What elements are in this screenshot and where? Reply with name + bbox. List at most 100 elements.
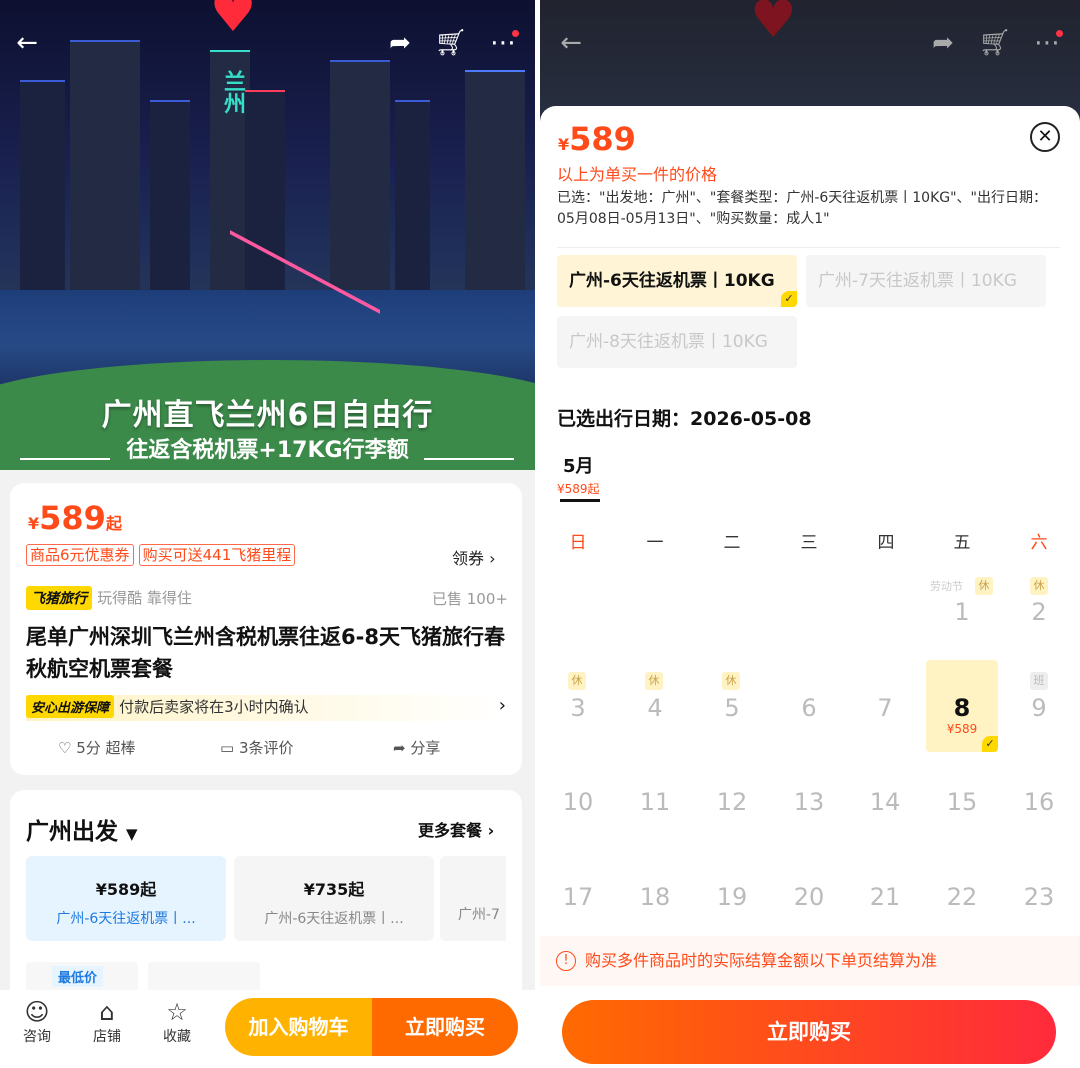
calendar-day[interactable]: 20	[774, 883, 844, 911]
store-icon: ⌂	[99, 998, 115, 1026]
package-option-1[interactable]: ¥589起 广州-6天往返机票丨...	[26, 856, 226, 941]
calendar-day-selected[interactable]: 8	[927, 694, 997, 722]
chevron-right-icon: ›	[487, 821, 495, 840]
package-card: 广州出发 ▼ 更多套餐 › ¥589起 广州-6天往返机票丨... ¥735起 …	[10, 790, 522, 1010]
bottom-action-bar: ☺ 咨询 ⌂ 店铺 ☆ 收藏 加入购物车 立即购买	[0, 990, 535, 1068]
holiday-tag: 休	[645, 672, 663, 690]
lowest-price-tag: 最低价	[52, 966, 104, 987]
package-option-7day[interactable]: 广州-7天往返机票丨10KG	[806, 255, 1046, 307]
calendar-day[interactable]: 23	[1004, 883, 1074, 911]
favorite-button[interactable]: ☆ 收藏	[152, 998, 202, 1046]
buy-now-button[interactable]: 立即购买	[562, 1000, 1056, 1064]
share-arrow-icon[interactable]: ➦	[926, 28, 960, 58]
holiday-tag: 休	[1030, 577, 1048, 595]
calendar-day[interactable]: 16	[1004, 788, 1074, 816]
weekday-sat: 六	[1030, 533, 1048, 553]
coupon-tag: 商品6元优惠券	[26, 544, 134, 566]
price-note: 以上为单买一件的价格	[557, 165, 718, 184]
package-option-2[interactable]: ¥735起 广州-6天往返机票丨...	[234, 856, 434, 941]
calendar-day[interactable]: 4	[620, 694, 690, 722]
departure-selector[interactable]: 广州出发 ▼	[26, 812, 138, 846]
buy-now-button[interactable]: 立即购买	[372, 998, 518, 1056]
weekday-mon: 一	[646, 533, 664, 553]
calendar-day[interactable]: 5	[697, 694, 767, 722]
selected-date-label: 已选出行日期：2026-05-08	[557, 408, 812, 430]
package-option-6day[interactable]: 广州-6天往返机票丨10KG ✓	[557, 255, 797, 307]
month-tab-underline	[560, 499, 600, 502]
heart-outline-icon: ♡	[58, 739, 72, 757]
calendar-day[interactable]: 13	[774, 788, 844, 816]
month-tab[interactable]: 5月	[563, 452, 594, 478]
rating[interactable]: ♡ 5分 超棒	[58, 737, 136, 758]
calendar-day[interactable]: 19	[697, 883, 767, 911]
package-option-8day[interactable]: 广州-8天往返机票丨10KG	[557, 316, 797, 368]
notification-dot	[1056, 30, 1063, 37]
sold-count: 已售 100+	[432, 590, 508, 608]
calendar-day[interactable]: 3	[543, 694, 613, 722]
consult-button[interactable]: ☺ 咨询	[12, 998, 62, 1046]
work-day-tag: 班	[1030, 672, 1048, 690]
calendar-day[interactable]: 7	[850, 694, 920, 722]
share-arrow-icon[interactable]: ➦	[383, 28, 417, 58]
calendar-day[interactable]: 10	[543, 788, 613, 816]
calendar-day[interactable]: 6	[774, 694, 844, 722]
product-card: ¥589起 商品6元优惠券 购买可送441飞猪里程 领券 › 飞猪旅行 玩得酷 …	[10, 483, 522, 775]
guarantee-row[interactable]: 安心出游保障 付款后卖家将在3小时内确认 ›	[26, 695, 506, 721]
calendar-day[interactable]: 17	[543, 883, 613, 911]
holiday-tag: 休	[722, 672, 740, 690]
cart-icon[interactable]: 🛒︎	[434, 28, 468, 58]
share-link[interactable]: ➦ 分享	[393, 737, 440, 758]
notification-dot	[512, 30, 519, 37]
chat-bubble-icon: ☺	[24, 998, 50, 1026]
weekday-thu: 四	[877, 533, 895, 553]
back-arrow-icon[interactable]: ←	[554, 28, 588, 58]
back-arrow-icon[interactable]: ←	[10, 28, 44, 58]
weekday-wed: 三	[800, 533, 818, 553]
calendar-day[interactable]: 2	[1004, 598, 1074, 626]
guarantee-badge: 安心出游保障	[26, 695, 115, 718]
weekday-tue: 二	[723, 533, 741, 553]
package-option-3[interactable]: 广州-7	[440, 856, 506, 941]
month-price: ¥589起	[557, 482, 600, 496]
store-button[interactable]: ⌂ 店铺	[82, 998, 132, 1046]
hero-image: ♥ 兰州 广州直飞兰州6日自由行 往返含税机票+17KG行李额	[0, 0, 535, 470]
calendar-day[interactable]: 15	[927, 788, 997, 816]
check-icon: ✓	[781, 291, 797, 307]
brand-badge: 飞猪旅行	[26, 586, 92, 610]
calendar-day[interactable]: 22	[927, 883, 997, 911]
chevron-right-icon: ›	[498, 695, 506, 716]
holiday-tag: 休	[975, 577, 993, 595]
calendar-day[interactable]: 21	[850, 883, 920, 911]
product-price: ¥589起	[28, 499, 122, 537]
add-to-cart-button[interactable]: 加入购物车	[225, 998, 372, 1056]
calendar-day[interactable]: 12	[697, 788, 767, 816]
brand-slogan: 玩得酷 靠得住	[97, 589, 192, 607]
guarantee-text: 付款后卖家将在3小时内确认	[119, 698, 309, 716]
brand-row: 飞猪旅行 玩得酷 靠得住	[26, 586, 192, 610]
cart-icon[interactable]: 🛒︎	[978, 28, 1012, 58]
chevron-right-icon: ›	[489, 549, 496, 568]
calendar-day[interactable]: 14	[850, 788, 920, 816]
heart-sign-icon: ♥	[209, 0, 257, 44]
holiday-tag: 休	[568, 672, 586, 690]
calendar-day[interactable]: 1	[927, 598, 997, 626]
tower-sign: 兰州	[220, 70, 245, 114]
holiday-name: 劳动节	[930, 580, 963, 593]
more-packages-link[interactable]: 更多套餐 ›	[418, 817, 494, 841]
check-icon: ✓	[982, 736, 998, 752]
close-icon[interactable]: ✕	[1030, 122, 1060, 152]
promo-tags: 商品6元优惠券 购买可送441飞猪里程	[26, 544, 296, 566]
calendar-day[interactable]: 18	[620, 883, 690, 911]
hero-title: 广州直飞兰州6日自由行	[101, 398, 434, 433]
weekday-fri: 五	[953, 533, 971, 553]
separator	[557, 247, 1060, 248]
star-icon: ☆	[166, 998, 188, 1026]
calendar-day[interactable]: 11	[620, 788, 690, 816]
sheet-price: ¥589	[558, 120, 636, 158]
sku-selector-screen: ♥ ← ➦ 🛒︎ ⋯ ¥589 ✕ 以上为单买一件的价格 已选："出发地：广州"…	[540, 0, 1080, 1068]
comment-icon: ▭	[220, 739, 235, 757]
calendar-day[interactable]: 9	[1004, 694, 1074, 722]
info-icon: !	[556, 951, 576, 971]
coupon-link[interactable]: 领券 ›	[452, 545, 496, 569]
reviews[interactable]: ▭ 3条评价	[220, 737, 294, 758]
